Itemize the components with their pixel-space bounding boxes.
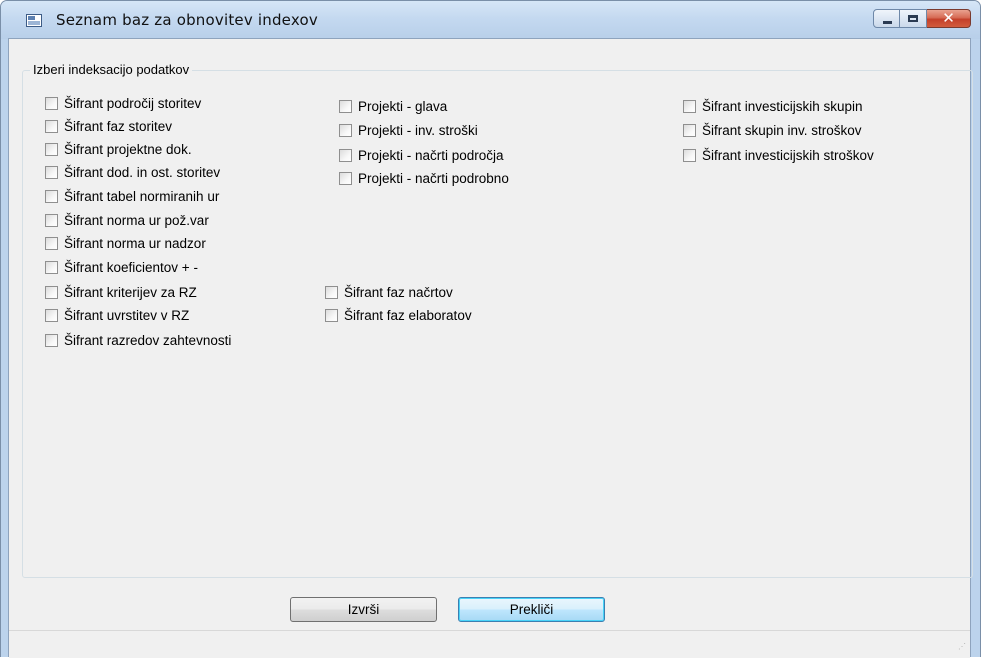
checkbox[interactable] bbox=[45, 142, 58, 156]
checkbox[interactable] bbox=[45, 189, 58, 203]
checkbox-label: Šifrant investicijskih stroškov bbox=[702, 147, 874, 163]
title-bar[interactable]: Seznam baz za obnovitev indexov ✕ bbox=[1, 1, 980, 39]
checkbox[interactable] bbox=[45, 213, 58, 227]
checkbox[interactable] bbox=[339, 171, 352, 185]
checkbox[interactable] bbox=[325, 308, 338, 322]
checkbox-label: Šifrant uvrstitev v RZ bbox=[64, 307, 190, 323]
checkbox-label: Projekti - načrti področja bbox=[358, 147, 504, 163]
minimize-icon bbox=[883, 21, 892, 24]
status-bar: ⋰ bbox=[9, 630, 970, 658]
checkbox-item[interactable]: Šifrant področij storitev bbox=[45, 94, 201, 112]
checkbox-label: Šifrant faz storitev bbox=[64, 118, 173, 134]
checkbox-label: Šifrant kriterijev za RZ bbox=[64, 284, 197, 300]
checkbox-item[interactable]: Šifrant koeficientov + - bbox=[45, 258, 198, 276]
checkbox-label: Projekti - inv. stroški bbox=[358, 122, 478, 138]
checkbox-item[interactable]: Šifrant faz načrtov bbox=[325, 283, 453, 301]
checkbox[interactable] bbox=[45, 119, 58, 133]
cancel-button[interactable]: Prekliči bbox=[458, 597, 605, 622]
checkbox[interactable] bbox=[339, 99, 352, 113]
checkbox-item[interactable]: Šifrant norma ur pož.var bbox=[45, 211, 209, 229]
maximize-icon bbox=[908, 15, 918, 22]
resize-grip-icon[interactable]: ⋰ bbox=[956, 643, 966, 654]
checkbox-item[interactable]: Šifrant tabel normiranih ur bbox=[45, 187, 219, 205]
checkbox-label: Šifrant tabel normiranih ur bbox=[64, 188, 220, 204]
checkbox[interactable] bbox=[683, 123, 696, 137]
checkbox-label: Šifrant faz načrtov bbox=[344, 284, 453, 300]
checkbox-label: Projekti - načrti podrobno bbox=[358, 170, 509, 186]
checkbox-item[interactable]: Šifrant investicijskih stroškov bbox=[683, 146, 874, 164]
caption-buttons: ✕ bbox=[873, 9, 971, 29]
execute-button[interactable]: Izvrši bbox=[290, 597, 437, 622]
checkbox-label: Šifrant dod. in ost. storitev bbox=[64, 164, 221, 180]
window-title: Seznam baz za obnovitev indexov bbox=[56, 11, 318, 29]
checkbox-item[interactable]: Projekti - načrti področja bbox=[339, 146, 504, 164]
checkbox[interactable] bbox=[45, 333, 58, 347]
checkbox-item[interactable]: Projekti - načrti podrobno bbox=[339, 169, 509, 187]
checkbox-item[interactable]: Projekti - glava bbox=[339, 97, 447, 115]
checkbox-label: Šifrant faz elaboratov bbox=[344, 307, 472, 323]
checkbox[interactable] bbox=[45, 165, 58, 179]
minimize-button[interactable] bbox=[873, 9, 900, 28]
checkbox[interactable] bbox=[339, 123, 352, 137]
checkbox-item[interactable]: Šifrant norma ur nadzor bbox=[45, 234, 206, 252]
checkbox[interactable] bbox=[45, 96, 58, 110]
checkbox-label: Projekti - glava bbox=[358, 98, 448, 114]
checkbox-item[interactable]: Projekti - inv. stroški bbox=[339, 121, 478, 139]
checkbox-item[interactable]: Šifrant dod. in ost. storitev bbox=[45, 163, 220, 181]
checkbox-item[interactable]: Šifrant projektne dok. bbox=[45, 140, 192, 158]
checkbox-label: Šifrant koeficientov + - bbox=[64, 259, 198, 275]
close-icon: ✕ bbox=[942, 9, 955, 27]
checkbox[interactable] bbox=[683, 148, 696, 162]
checkbox-label: Šifrant razredov zahtevnosti bbox=[64, 332, 232, 348]
checkbox[interactable] bbox=[45, 308, 58, 322]
checkbox-item[interactable]: Šifrant investicijskih skupin bbox=[683, 97, 863, 115]
checkbox-label: Šifrant norma ur pož.var bbox=[64, 212, 209, 228]
checkbox[interactable] bbox=[325, 285, 338, 299]
checkbox[interactable] bbox=[45, 236, 58, 250]
app-window-icon bbox=[26, 14, 42, 27]
checkbox[interactable] bbox=[45, 285, 58, 299]
checkbox-item[interactable]: Šifrant faz storitev bbox=[45, 117, 172, 135]
checkbox-item[interactable]: Šifrant razredov zahtevnosti bbox=[45, 331, 231, 349]
checkbox-label: Šifrant projektne dok. bbox=[64, 141, 192, 157]
checkbox-item[interactable]: Šifrant skupin inv. stroškov bbox=[683, 121, 862, 139]
group-label: Izberi indeksacijo podatkov bbox=[30, 62, 193, 77]
checkbox-label: Šifrant področij storitev bbox=[64, 95, 202, 111]
checkbox[interactable] bbox=[45, 260, 58, 274]
checkbox-label: Šifrant norma ur nadzor bbox=[64, 235, 206, 251]
checkbox-label: Šifrant skupin inv. stroškov bbox=[702, 122, 862, 138]
checkbox-label: Šifrant investicijskih skupin bbox=[702, 98, 863, 114]
checkbox-item[interactable]: Šifrant uvrstitev v RZ bbox=[45, 306, 189, 324]
close-button[interactable]: ✕ bbox=[927, 9, 971, 28]
checkbox[interactable] bbox=[683, 99, 696, 113]
checkbox-item[interactable]: Šifrant kriterijev za RZ bbox=[45, 283, 197, 301]
maximize-button[interactable] bbox=[900, 9, 927, 28]
checkbox[interactable] bbox=[339, 148, 352, 162]
checkbox-item[interactable]: Šifrant faz elaboratov bbox=[325, 306, 472, 324]
